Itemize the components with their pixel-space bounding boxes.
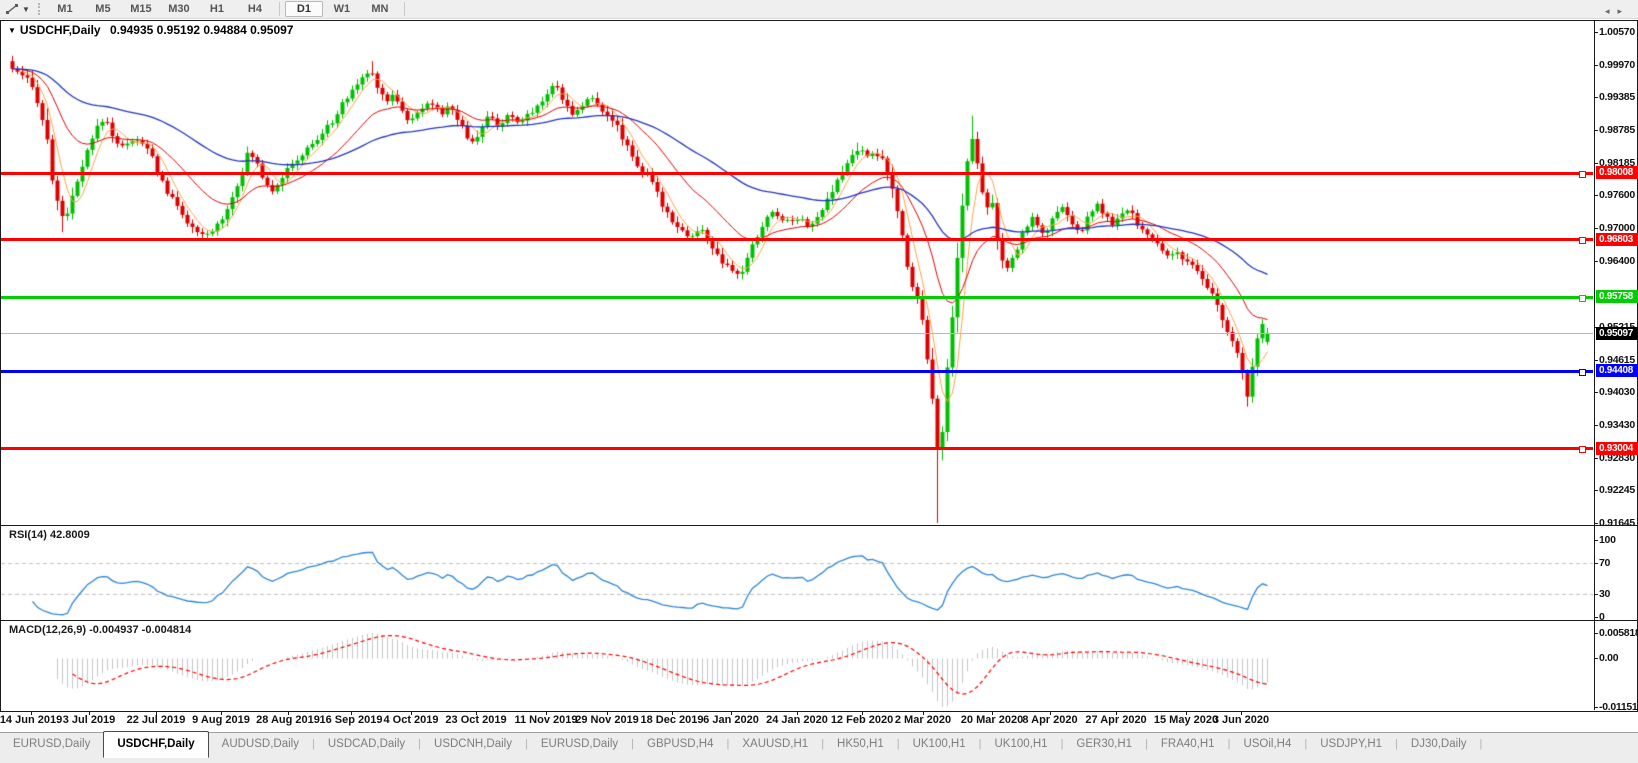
date-label: 9 Aug 2019 <box>192 714 250 726</box>
price-axis-divider <box>1594 21 1595 710</box>
date-label: 2 Mar 2020 <box>894 714 952 726</box>
chart-tab-hk50-h1[interactable]: HK50,H1 <box>824 733 897 756</box>
chart-symbol-label: USDCHF,Daily <box>19 23 101 37</box>
price-tick-label: 1.00570 <box>1599 26 1635 38</box>
rsi-macd-divider[interactable] <box>0 620 1638 621</box>
chart-tab-dj30-daily[interactable]: DJ30,Daily <box>1398 733 1480 756</box>
chart-tab-usdjpy-h1[interactable]: USDJPY,H1 <box>1307 733 1395 756</box>
chart-title: ▼ USDCHF,Daily 0.94935 0.95192 0.94884 0.… <box>8 23 293 37</box>
chart-tab-uk100-h1[interactable]: UK100,H1 <box>900 733 979 756</box>
date-label: 24 Jan 2020 <box>766 714 828 726</box>
hline-handle[interactable] <box>1579 294 1586 302</box>
chart-tab-uk100-h1[interactable]: UK100,H1 <box>982 733 1061 756</box>
date-label: 16 Sep 2019 <box>319 714 383 726</box>
date-label: 29 Nov 2019 <box>575 714 639 726</box>
chart-tab-usdcnh-daily[interactable]: USDCNH,Daily <box>421 733 525 756</box>
price-tick-label: 0.98785 <box>1599 124 1635 137</box>
hline-level-0.96803[interactable] <box>1 237 1593 245</box>
chart-tab-eurusd-daily[interactable]: EURUSD,Daily <box>528 733 631 756</box>
chart-tab-gbpusd-h4[interactable]: GBPUSD,H4 <box>634 733 726 756</box>
price-tick-label: 0.99970 <box>1599 59 1635 71</box>
hline-level-0.94408[interactable] <box>1 368 1593 376</box>
hline-level-0.95758[interactable] <box>1 294 1593 302</box>
hline-level-0.93004[interactable] <box>1 446 1593 454</box>
chart-ohlc-values: 0.94935 0.95192 0.94884 0.95097 <box>109 23 294 37</box>
hline-handle[interactable] <box>1579 368 1586 376</box>
hline-level-0.98008[interactable] <box>1 170 1593 178</box>
date-label: 11 Nov 2019 <box>514 714 578 726</box>
price-tick-label: 0.92245 <box>1599 483 1635 496</box>
chart-tab-usdchf-daily[interactable]: USDCHF,Daily <box>103 731 209 758</box>
chart-tab-ger30-h1[interactable]: GER30,H1 <box>1063 733 1145 756</box>
date-label: 27 Apr 2020 <box>1085 714 1147 726</box>
chart-tab-xauusd-h1[interactable]: XAUUSD,H1 <box>729 733 821 756</box>
tab-separator: | <box>1479 738 1483 750</box>
date-label: 8 Apr 2020 <box>1022 714 1078 726</box>
price-tick-label: 0.99385 <box>1599 91 1635 104</box>
hline-price-badge: 0.94408 <box>1596 364 1638 378</box>
trading-terminal: { "toolbar": { "line_studies_icon": "lin… <box>0 0 1638 763</box>
price-tick-label: 0.94030 <box>1599 385 1635 398</box>
rsi-tick-label: 0 <box>1599 611 1605 623</box>
hline-price-badge: 0.93004 <box>1596 441 1638 455</box>
macd-indicator-label: MACD(12,26,9) -0.004937 -0.004814 <box>9 624 192 636</box>
date-label: 22 Jul 2019 <box>126 714 186 726</box>
date-label: 15 May 2020 <box>1153 714 1219 726</box>
hline-handle[interactable] <box>1579 446 1586 454</box>
chart-tab-audusd-daily[interactable]: AUDUSD,Daily <box>209 733 312 756</box>
chart-tab-eurusd-daily[interactable]: EURUSD,Daily <box>0 733 103 756</box>
current-price-line <box>1 333 1593 335</box>
date-label: 3 Jul 2019 <box>62 714 116 726</box>
chart-tab-usoil-h4[interactable]: USOil,H4 <box>1230 733 1304 756</box>
title-marker-icon: ▼ <box>8 26 16 35</box>
price-tick-label: 0.96400 <box>1599 255 1635 268</box>
chart-tab-bar: EURUSD,Daily USDCHF,Daily AUDUSD,Daily | USD… <box>0 731 1638 763</box>
date-label: 6 Jan 2020 <box>703 714 759 726</box>
price-chart-canvas[interactable] <box>0 0 1638 762</box>
hline-price-badge: 0.95758 <box>1596 290 1638 304</box>
price-tick-label: 0.97600 <box>1599 189 1635 202</box>
main-rsi-divider[interactable] <box>0 525 1638 526</box>
date-label: 18 Dec 2019 <box>640 714 704 726</box>
date-label: 14 Jun 2019 <box>0 714 63 726</box>
macd-tick-label: 0.005818 <box>1599 627 1638 639</box>
date-label: 12 Feb 2020 <box>830 714 894 726</box>
macd-tick-label: 0.00 <box>1599 652 1619 664</box>
hline-price-badge: 0.98008 <box>1596 166 1638 180</box>
date-label: 3 Jun 2020 <box>1212 714 1270 726</box>
chart-tab-fra40-h1[interactable]: FRA40,H1 <box>1148 733 1228 756</box>
date-label: 23 Oct 2019 <box>445 714 507 726</box>
hline-handle[interactable] <box>1579 170 1586 178</box>
hline-handle[interactable] <box>1579 237 1586 245</box>
time-axis[interactable]: 14 Jun 2019 3 Jul 2019 22 Jul 2019 9 Aug 20… <box>0 711 1638 732</box>
rsi-tick-label: 100 <box>1599 534 1616 546</box>
chart-tab-usdcad-daily[interactable]: USDCAD,Daily <box>315 733 418 756</box>
current-price-badge: 0.95097 <box>1596 326 1638 340</box>
rsi-tick-label: 30 <box>1599 588 1611 600</box>
date-label: 4 Oct 2019 <box>383 714 439 726</box>
rsi-tick-label: 70 <box>1599 557 1611 569</box>
price-tick-label: 0.91645 <box>1599 516 1635 529</box>
date-label: 20 Mar 2020 <box>960 714 1024 726</box>
date-label: 28 Aug 2019 <box>256 714 320 726</box>
hline-price-badge: 0.96803 <box>1596 232 1638 246</box>
rsi-indicator-label: RSI(14) 42.8009 <box>9 529 90 541</box>
price-tick-label: 0.93430 <box>1599 418 1635 431</box>
